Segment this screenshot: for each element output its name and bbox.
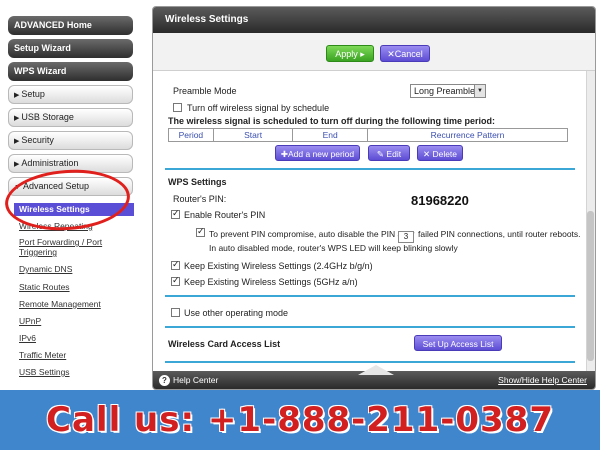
nav-item-traffic-meter[interactable]: Traffic Meter — [19, 350, 66, 360]
enable-pin-checkbox[interactable] — [171, 208, 180, 219]
table-header-end: End — [293, 129, 369, 141]
left-navigation: ADVANCED Home Setup Wizard WPS Wizard ▶ S… — [0, 0, 142, 390]
nav-item-ipv6[interactable]: IPv6 — [19, 333, 36, 343]
arrow-right-icon: ▸ — [360, 49, 365, 59]
add-period-label: Add a new period — [287, 149, 355, 159]
arrow-right-icon: ▶ — [14, 161, 20, 168]
chevron-down-icon: ▼ — [474, 85, 485, 97]
nav-section-label: Security — [21, 135, 54, 145]
nav-item-usb-settings[interactable]: USB Settings — [19, 367, 70, 377]
nav-item-port-forwarding[interactable]: Port Forwarding / Port Triggering — [19, 237, 129, 257]
help-center-label: Help Center — [173, 375, 219, 385]
access-list-heading: Wireless Card Access List — [168, 339, 281, 349]
preamble-label: Preamble Mode — [173, 86, 237, 96]
nav-section-usb-storage[interactable]: ▶ USB Storage — [8, 108, 133, 127]
wps-wizard-button[interactable]: WPS Wizard — [8, 62, 133, 81]
router-pin-label: Router's PIN: — [173, 194, 227, 204]
schedule-table: Period Start End Recurrence Pattern — [168, 128, 568, 142]
router-pin-value: 81968220 — [411, 193, 469, 208]
schedule-heading: The wireless signal is scheduled to turn… — [168, 116, 496, 126]
section-divider — [165, 168, 575, 170]
keep-24ghz-label: Keep Existing Wireless Settings (2.4GHz … — [184, 261, 373, 271]
table-header-recurrence: Recurrence Pattern — [430, 130, 505, 140]
apply-button[interactable]: Apply ▸ — [326, 45, 374, 62]
call-us-text: Call us: +1-888-211-0387 — [46, 400, 554, 440]
table-header-start: Start — [214, 129, 294, 141]
pin-attempts-input[interactable]: 3 — [398, 231, 414, 243]
edit-label: Edit — [386, 149, 402, 159]
pencil-icon: ✎ — [376, 149, 385, 159]
action-toolbar: Apply ▸ ✕Cancel — [153, 33, 595, 71]
pin-protect-prefix: To prevent PIN compromise, auto disable … — [209, 229, 415, 239]
section-divider — [165, 295, 575, 297]
plus-icon: ✚ — [280, 149, 288, 159]
close-icon: ✕ — [422, 149, 431, 159]
section-divider — [165, 326, 575, 328]
apply-label: Apply — [335, 49, 358, 59]
enable-pin-label: Enable Router's PIN — [184, 210, 266, 220]
panel-content: Preamble Mode Long Preamble ▼ Turn off w… — [153, 71, 595, 371]
other-mode-checkbox[interactable] — [171, 308, 180, 317]
preamble-value: Long Preamble — [414, 86, 476, 96]
nav-section-label: Setup — [21, 89, 45, 99]
call-banner: Call us: +1-888-211-0387 — [0, 390, 600, 450]
schedule-checkbox-label: Turn off wireless signal by schedule — [187, 103, 330, 113]
setup-wizard-button[interactable]: Setup Wizard — [8, 39, 133, 58]
nav-item-upnp[interactable]: UPnP — [19, 316, 41, 326]
keep-24ghz-checkbox[interactable] — [171, 259, 180, 270]
collapse-tab-icon[interactable] — [358, 365, 394, 375]
preamble-select[interactable]: Long Preamble ▼ — [410, 84, 486, 98]
section-divider — [165, 361, 575, 363]
nav-section-label: Administration — [21, 158, 79, 168]
scrollbar[interactable] — [586, 71, 595, 371]
other-mode-label: Use other operating mode — [184, 308, 289, 318]
help-center-link[interactable]: ? Help Center — [159, 371, 218, 389]
nav-item-static-routes[interactable]: Static Routes — [19, 282, 70, 292]
cancel-label: Cancel — [394, 49, 423, 59]
arrow-right-icon: ▶ — [14, 115, 20, 122]
pin-protect-checkbox[interactable] — [196, 226, 205, 237]
panel-title: Wireless Settings — [153, 7, 595, 33]
nav-section-label: USB Storage — [21, 112, 74, 122]
wireless-settings-panel: Wireless Settings Apply ▸ ✕Cancel Preamb… — [152, 6, 596, 390]
show-hide-help-link[interactable]: Show/Hide Help Center — [498, 371, 587, 389]
cancel-button[interactable]: ✕Cancel — [380, 45, 430, 62]
panel-footer: ? Help Center Show/Hide Help Center — [153, 365, 595, 389]
add-period-button[interactable]: ✚Add a new period — [275, 145, 360, 161]
nav-section-setup[interactable]: ▶ Setup — [8, 85, 133, 104]
edit-button[interactable]: ✎ Edit — [368, 145, 410, 161]
close-icon: ✕ — [387, 49, 395, 59]
nav-item-dynamic-dns[interactable]: Dynamic DNS — [19, 264, 72, 274]
delete-label: Delete — [432, 149, 458, 159]
arrow-right-icon: ▶ — [14, 92, 20, 99]
arrow-right-icon: ▶ — [14, 138, 20, 145]
nav-item-remote-management[interactable]: Remote Management — [19, 299, 101, 309]
pin-note: In auto disabled mode, router's WPS LED … — [209, 243, 458, 253]
setup-access-list-button[interactable]: Set Up Access List — [414, 335, 502, 351]
nav-section-security[interactable]: ▶ Security — [8, 131, 133, 150]
delete-button[interactable]: ✕ Delete — [417, 145, 463, 161]
advanced-home-button[interactable]: ADVANCED Home — [8, 16, 133, 35]
help-icon: ? — [159, 375, 170, 386]
schedule-checkbox[interactable] — [173, 103, 182, 112]
scrollbar-thumb[interactable] — [587, 211, 594, 361]
pin-protect-suffix: failed PIN connections, until router reb… — [418, 229, 581, 239]
wps-heading: WPS Settings — [168, 177, 227, 187]
keep-5ghz-checkbox[interactable] — [171, 275, 180, 286]
keep-5ghz-label: Keep Existing Wireless Settings (5GHz a/… — [184, 277, 358, 287]
table-header-period: Period — [169, 129, 214, 141]
